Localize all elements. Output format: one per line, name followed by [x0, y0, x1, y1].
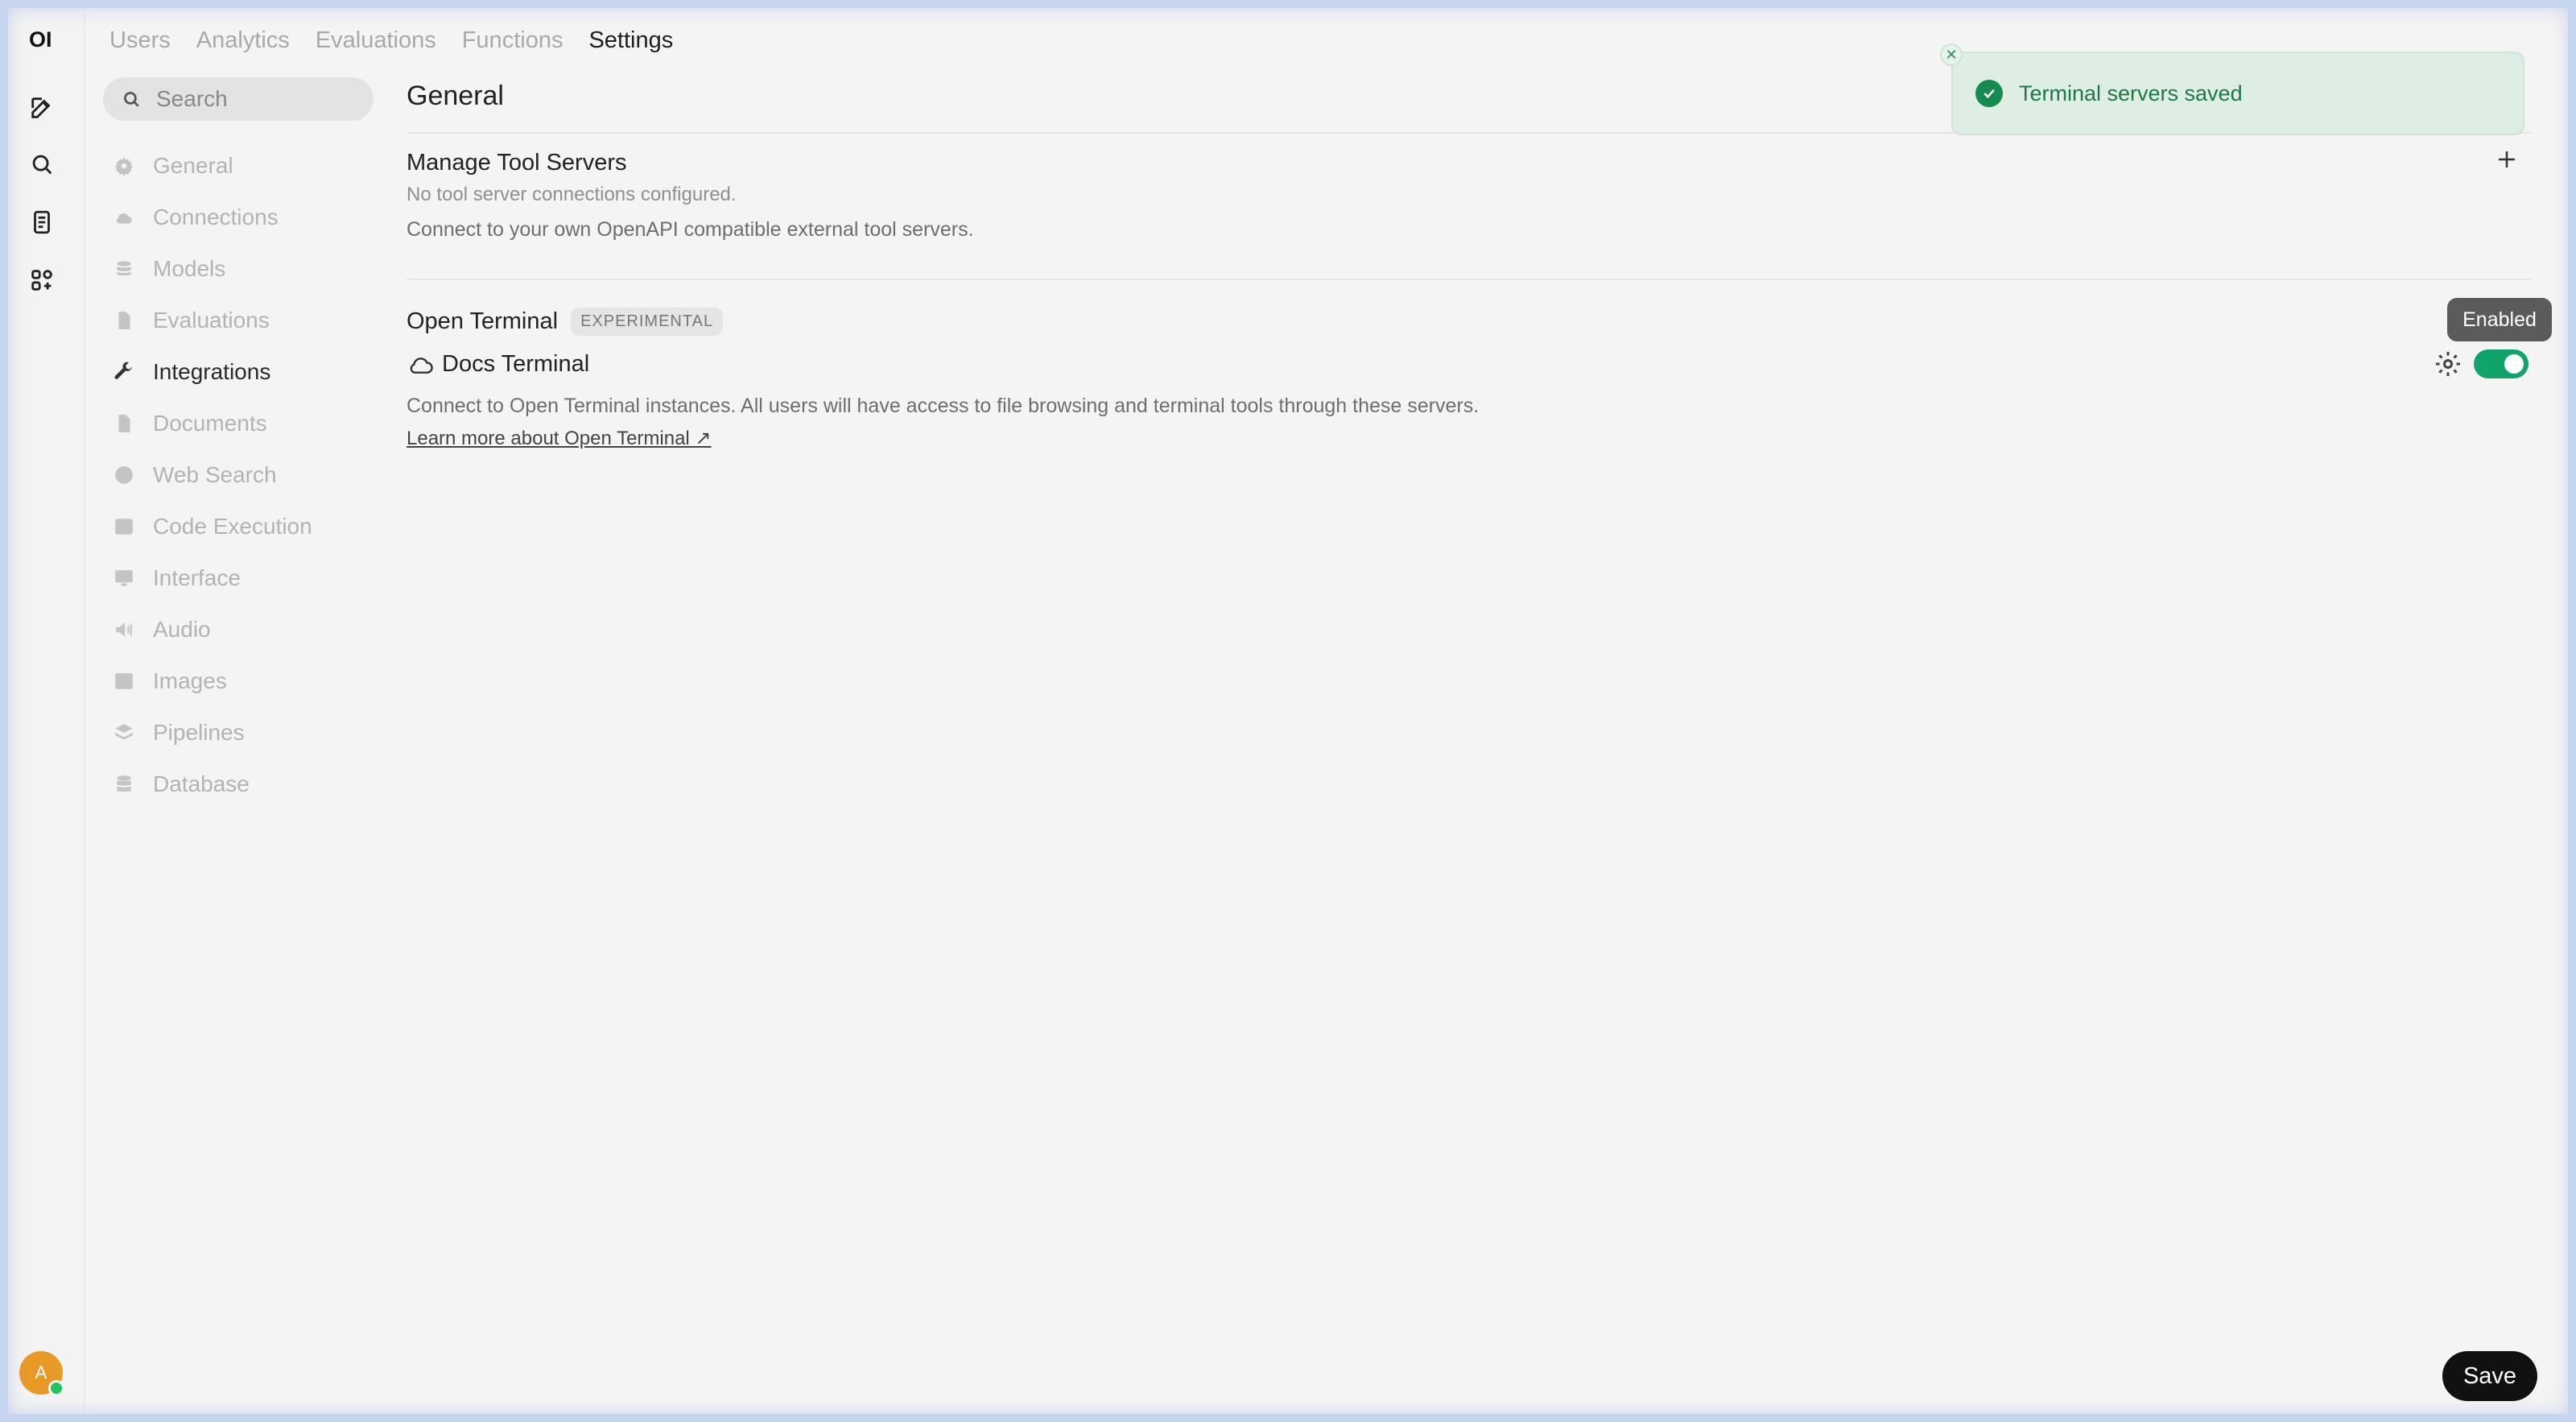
- sidebar-item-label: Interface: [153, 565, 241, 590]
- workspace-icon[interactable]: [26, 264, 58, 296]
- search-input[interactable]: [155, 85, 367, 113]
- monitor-icon: [113, 567, 135, 589]
- database-icon: [113, 773, 135, 796]
- sidebar-item-label: Images: [153, 668, 227, 693]
- tool-servers-description: Connect to your own OpenAPI compatible e…: [407, 218, 974, 241]
- layers-icon: [113, 721, 135, 744]
- terminal-enabled-toggle[interactable]: [2474, 349, 2529, 378]
- experimental-badge: EXPERIMENTAL: [571, 308, 724, 336]
- wrench-icon: [113, 361, 135, 383]
- document-icon: [113, 309, 135, 332]
- sidebar-item-label: Database: [153, 771, 250, 796]
- gear-icon: [2436, 352, 2460, 376]
- check-circle-icon: [1975, 80, 2003, 107]
- tool-servers-title: Manage Tool Servers: [407, 150, 627, 176]
- tab-evaluations[interactable]: Evaluations: [316, 27, 436, 54]
- sidebar-item-web-search[interactable]: Web Search: [113, 449, 312, 501]
- search-icon[interactable]: [26, 148, 58, 180]
- tool-servers-status: No tool server connections configured.: [407, 184, 737, 205]
- page-title: General: [407, 81, 504, 111]
- sidebar-item-label: Pipelines: [153, 720, 245, 745]
- sidebar-item-label: Web Search: [153, 462, 277, 487]
- tab-analytics[interactable]: Analytics: [196, 27, 290, 54]
- open-terminal-title: Open Terminal: [407, 308, 559, 334]
- toast-message: Terminal servers saved: [2019, 81, 2243, 105]
- search-icon: [124, 92, 139, 107]
- sidebar-item-label: Connections: [153, 205, 279, 229]
- add-tool-server-button[interactable]: [2495, 147, 2519, 177]
- sidebar-item-general[interactable]: General: [113, 140, 312, 192]
- new-chat-icon[interactable]: [26, 92, 58, 124]
- stack-icon: [113, 258, 135, 280]
- sidebar-item-documents[interactable]: Documents: [113, 398, 312, 449]
- cloud-icon: [113, 206, 135, 229]
- learn-more-link[interactable]: Learn more about Open Terminal ↗: [407, 427, 712, 450]
- speaker-icon: [113, 618, 135, 641]
- sidebar-item-evaluations[interactable]: Evaluations: [113, 295, 312, 346]
- admin-top-nav: Users Analytics Evaluations Functions Se…: [109, 27, 673, 54]
- cloud-icon: [410, 357, 433, 374]
- close-icon: ✕: [1945, 46, 1958, 63]
- sidebar-item-label: General: [153, 153, 233, 178]
- sidebar-item-pipelines[interactable]: Pipelines: [113, 707, 312, 759]
- sidebar-item-label: Evaluations: [153, 308, 270, 333]
- sidebar-item-models[interactable]: Models: [113, 243, 312, 295]
- document-icon: [113, 412, 135, 435]
- sidebar-item-code-execution[interactable]: Code Execution: [113, 501, 312, 552]
- tab-users[interactable]: Users: [109, 27, 171, 54]
- sidebar-item-label: Integrations: [153, 359, 271, 384]
- left-rail: OI A: [0, 0, 85, 1422]
- open-terminal-description: Connect to Open Terminal instances. All …: [407, 395, 1480, 417]
- sidebar-item-interface[interactable]: Interface: [113, 552, 312, 604]
- gear-icon: [113, 155, 135, 177]
- enabled-tooltip: Enabled: [2447, 298, 2552, 341]
- terminal-server-row: Docs Terminal: [407, 351, 589, 378]
- tab-functions[interactable]: Functions: [462, 27, 564, 54]
- open-terminal-heading: Open Terminal EXPERIMENTAL: [407, 308, 724, 336]
- tab-settings[interactable]: Settings: [588, 27, 673, 54]
- terminal-settings-button[interactable]: [2434, 349, 2462, 378]
- app-logo[interactable]: OI: [29, 27, 52, 52]
- window-frame: [0, 0, 2576, 1422]
- globe-icon: [113, 464, 135, 486]
- toast-close-button[interactable]: ✕: [1940, 43, 1963, 66]
- success-toast: Terminal servers saved: [1951, 52, 2524, 135]
- plus-icon: [2499, 151, 2515, 167]
- sidebar-item-database[interactable]: Database: [113, 759, 312, 810]
- terminal-icon: [113, 515, 135, 538]
- avatar-initial: A: [35, 1362, 47, 1383]
- settings-search[interactable]: [103, 77, 374, 121]
- notes-icon[interactable]: [26, 206, 58, 238]
- sidebar-item-images[interactable]: Images: [113, 655, 312, 707]
- sidebar-item-label: Documents: [153, 411, 267, 436]
- sidebar-item-label: Audio: [153, 617, 211, 642]
- avatar[interactable]: A: [19, 1351, 64, 1396]
- divider: [407, 279, 2532, 280]
- toggle-knob: [2504, 354, 2524, 374]
- sidebar-item-label: Models: [153, 256, 226, 281]
- sidebar-item-connections[interactable]: Connections: [113, 192, 312, 243]
- settings-sidebar: General Connections Models Evaluations I…: [113, 140, 312, 810]
- terminal-server-name: Docs Terminal: [442, 351, 590, 377]
- sidebar-item-label: Code Execution: [153, 514, 312, 539]
- image-icon: [113, 670, 135, 692]
- sidebar-item-audio[interactable]: Audio: [113, 604, 312, 655]
- sidebar-item-integrations[interactable]: Integrations: [113, 346, 312, 398]
- online-status-dot: [48, 1380, 64, 1396]
- save-button[interactable]: Save: [2442, 1351, 2537, 1401]
